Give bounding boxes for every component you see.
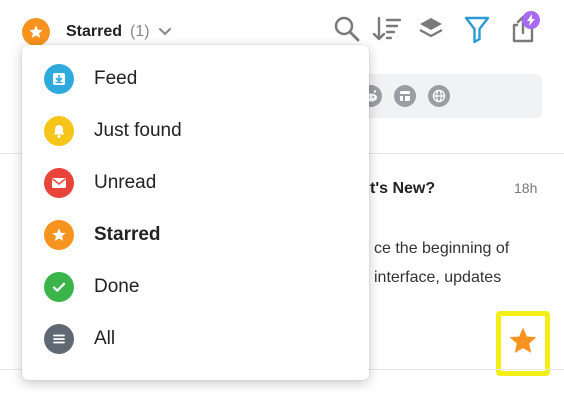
menu-item-done[interactable]: Done: [22, 261, 369, 313]
star-icon: [507, 325, 539, 362]
mail-icon: [44, 168, 74, 198]
star-icon: [22, 18, 50, 46]
star-toggle-button[interactable]: [496, 311, 550, 376]
sort-icon: [372, 15, 402, 48]
star-icon: [44, 220, 74, 250]
bell-icon: [44, 116, 74, 146]
article-snippet-line: ce the beginning of: [374, 240, 510, 257]
view-title: Starred: [66, 23, 123, 40]
article-timestamp: 18h: [514, 180, 538, 196]
menu-item-label: Feed: [94, 68, 138, 89]
menu-item-just-found[interactable]: Just found: [22, 105, 369, 157]
source-strip: [340, 74, 542, 118]
filter-icon: [463, 14, 491, 49]
article-title[interactable]: t's New?: [370, 180, 435, 198]
menu-item-unread[interactable]: Unread: [22, 157, 369, 209]
feed-icon: [44, 64, 74, 94]
search-button[interactable]: [330, 14, 364, 48]
search-icon: [333, 15, 361, 48]
menu-item-label: Just found: [94, 120, 182, 141]
sort-button[interactable]: [370, 14, 404, 48]
app-icon[interactable]: [394, 85, 416, 107]
filter-button[interactable]: [460, 14, 494, 48]
share-button[interactable]: [506, 11, 540, 48]
check-icon: [44, 272, 74, 302]
layers-icon: [417, 15, 445, 48]
lightning-icon: [522, 11, 540, 29]
article-snippet-line: interface, updates: [374, 269, 502, 286]
view-count: (1): [130, 23, 150, 40]
menu-item-label: Starred: [94, 224, 161, 245]
menu-item-label: Done: [94, 276, 140, 297]
view-dropdown-menu: Feed Just found Unread Starred Done All: [22, 45, 369, 380]
menu-item-all[interactable]: All: [22, 313, 369, 365]
menu-item-label: Unread: [94, 172, 157, 193]
layers-button[interactable]: [414, 14, 448, 48]
view-selector-button[interactable]: Starred (1): [22, 17, 172, 47]
list-icon: [44, 324, 74, 354]
chevron-down-icon: [158, 27, 172, 37]
globe-icon[interactable]: [428, 85, 450, 107]
menu-item-starred[interactable]: Starred: [22, 209, 369, 261]
menu-item-label: All: [94, 328, 116, 349]
menu-item-feed[interactable]: Feed: [22, 53, 369, 105]
